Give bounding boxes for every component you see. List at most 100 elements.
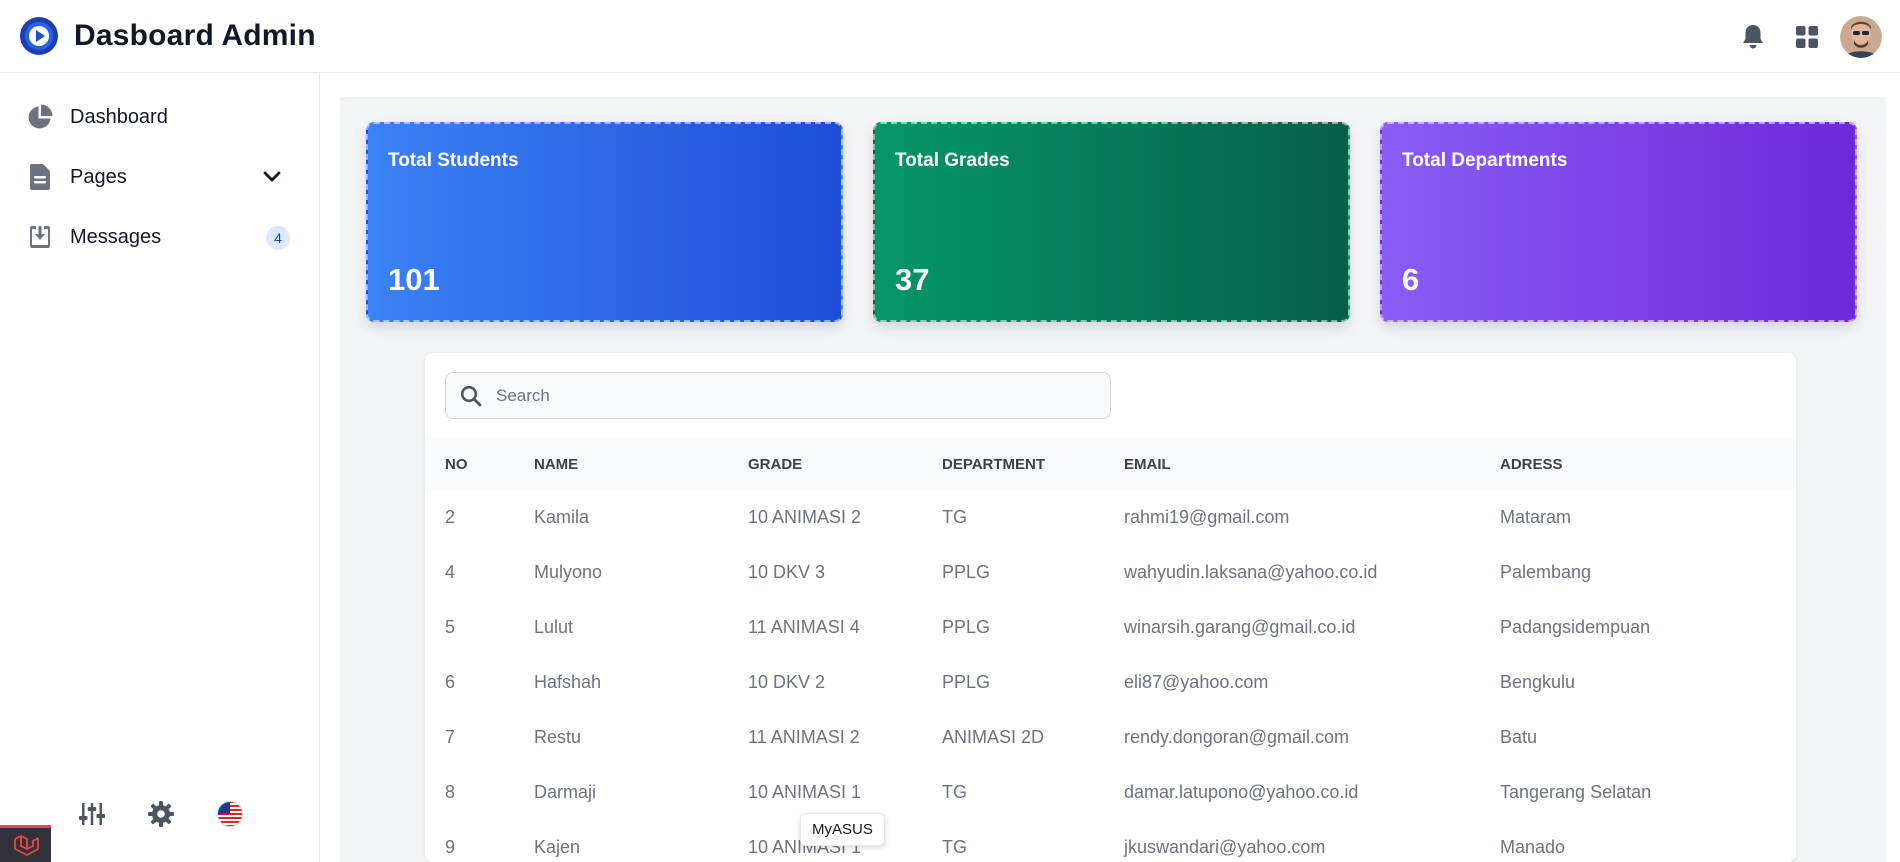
cell-email: wahyudin.laksana@yahoo.co.id xyxy=(1124,562,1378,582)
laravel-icon xyxy=(13,835,39,856)
cell-email: jkuswandari@yahoo.com xyxy=(1124,837,1326,857)
card-title: Total Students xyxy=(388,150,519,171)
cell-email: eli87@yahoo.com xyxy=(1124,672,1269,692)
search-box[interactable] xyxy=(445,372,1111,419)
column-header-email[interactable]: EMAIL xyxy=(1104,438,1480,490)
card-title: Total Departments xyxy=(1402,150,1568,171)
table-row[interactable]: 5 Lulut 11 ANIMASI 4 PPLG winarsih.garan… xyxy=(425,600,1796,655)
cell-department: PPLG xyxy=(942,617,991,637)
cell-name: Kamila xyxy=(534,507,590,527)
sidebar-item-messages[interactable]: Messages 4 xyxy=(16,213,300,261)
cell-no: 8 xyxy=(445,782,456,802)
cell-name: Lulut xyxy=(534,617,574,637)
cell-address: Bengkulu xyxy=(1500,672,1576,692)
students-table-panel: NO NAME GRADE DEPARTMENT EMAIL ADRESS 2 … xyxy=(425,353,1796,862)
cell-address: Batu xyxy=(1500,727,1538,747)
cell-email: damar.latupono@yahoo.co.id xyxy=(1124,782,1359,802)
column-header-no[interactable]: NO xyxy=(425,438,514,490)
sidebar-item-dashboard[interactable]: Dashboard xyxy=(16,93,300,141)
cell-address: Manado xyxy=(1500,837,1566,857)
document-icon xyxy=(16,164,64,190)
cell-grade: 11 ANIMASI 4 xyxy=(748,617,860,637)
table-row[interactable]: 2 Kamila 10 ANIMASI 2 TG rahmi19@gmail.c… xyxy=(425,490,1796,545)
cell-department: ANIMASI 2D xyxy=(942,727,1045,747)
cell-department: TG xyxy=(942,507,967,527)
cell-email: winarsih.garang@gmail.co.id xyxy=(1124,617,1356,637)
system-tooltip: MyASUS xyxy=(800,813,885,846)
card-value: 101 xyxy=(388,262,440,297)
sidebar-item-label: Messages xyxy=(70,225,162,248)
settings-button[interactable] xyxy=(141,794,181,834)
top-navbar: Dasboard Admin xyxy=(0,0,1900,73)
chevron-down-icon[interactable] xyxy=(262,167,282,192)
cell-email: rahmi19@gmail.com xyxy=(1124,507,1290,527)
cell-email: rendy.dongoran@gmail.com xyxy=(1124,727,1350,747)
card-value: 6 xyxy=(1402,262,1420,297)
cell-address: Palembang xyxy=(1500,562,1592,582)
total-departments-card: Total Departments 6 xyxy=(1380,122,1857,322)
cell-grade: 10 ANIMASI 2 xyxy=(748,507,862,527)
table-row[interactable]: 8 Darmaji 10 ANIMASI 1 TG damar.latupono… xyxy=(425,765,1796,820)
cell-no: 5 xyxy=(445,617,456,637)
cell-name: Hafshah xyxy=(534,672,602,692)
user-avatar[interactable] xyxy=(1840,16,1882,58)
cell-no: 2 xyxy=(445,507,456,527)
avatar-image xyxy=(1840,16,1882,58)
messages-count-badge: 4 xyxy=(266,226,290,250)
cell-grade: 11 ANIMASI 2 xyxy=(748,727,860,747)
table-header-row: NO NAME GRADE DEPARTMENT EMAIL ADRESS xyxy=(425,438,1796,490)
students-table: NO NAME GRADE DEPARTMENT EMAIL ADRESS 2 … xyxy=(425,438,1796,862)
column-header-department[interactable]: DEPARTMENT xyxy=(922,438,1104,490)
sliders-icon xyxy=(79,803,105,825)
column-header-name[interactable]: NAME xyxy=(514,438,728,490)
cell-address: Tangerang Selatan xyxy=(1500,782,1652,802)
column-header-address[interactable]: ADRESS xyxy=(1480,438,1796,490)
search-input[interactable] xyxy=(496,385,1096,406)
card-value: 37 xyxy=(895,262,930,297)
bell-icon xyxy=(1743,25,1763,49)
cell-grade: 10 DKV 3 xyxy=(748,562,826,582)
sidebar-item-label: Dashboard xyxy=(70,105,168,128)
cell-address: Mataram xyxy=(1500,507,1572,527)
cell-name: Kajen xyxy=(534,837,581,857)
play-circle-icon xyxy=(20,17,58,55)
cell-name: Darmaji xyxy=(534,782,597,802)
cell-no: 7 xyxy=(445,727,456,747)
language-selector[interactable] xyxy=(210,794,250,834)
cell-no: 6 xyxy=(445,672,456,692)
us-flag-icon xyxy=(217,801,243,827)
cell-department: TG xyxy=(942,837,967,857)
table-row[interactable]: 9 Kajen 10 ANIMASI 1 TG jkuswandari@yaho… xyxy=(425,820,1796,862)
cell-address: Padangsidempuan xyxy=(1500,617,1651,637)
settings-sliders-button[interactable] xyxy=(72,794,112,834)
apps-grid-icon xyxy=(1796,26,1818,48)
cell-name: Mulyono xyxy=(534,562,603,582)
app-title: Dasboard Admin xyxy=(74,19,316,52)
card-title: Total Grades xyxy=(895,150,1010,171)
cell-grade: 10 DKV 2 xyxy=(748,672,826,692)
debugbar-toggle[interactable] xyxy=(0,825,51,862)
table-row[interactable]: 7 Restu 11 ANIMASI 2 ANIMASI 2D rendy.do… xyxy=(425,710,1796,765)
inbox-download-icon xyxy=(16,225,64,249)
sidebar-item-label: Pages xyxy=(70,165,127,188)
apps-button[interactable] xyxy=(1784,14,1830,60)
brand[interactable]: Dasboard Admin xyxy=(19,16,316,56)
column-header-grade[interactable]: GRADE xyxy=(728,438,922,490)
cell-grade: 10 ANIMASI 1 xyxy=(748,782,862,802)
search-icon xyxy=(446,385,496,407)
notifications-button[interactable] xyxy=(1730,14,1776,60)
pie-chart-icon xyxy=(16,104,64,130)
cell-department: PPLG xyxy=(942,562,991,582)
total-grades-card: Total Grades 37 xyxy=(873,122,1350,322)
sidebar-item-pages[interactable]: Pages xyxy=(16,153,300,201)
cell-department: PPLG xyxy=(942,672,991,692)
total-students-card: Total Students 101 xyxy=(366,122,843,322)
table-row[interactable]: 6 Hafshah 10 DKV 2 PPLG eli87@yahoo.com … xyxy=(425,655,1796,710)
cell-name: Restu xyxy=(534,727,582,747)
cell-no: 9 xyxy=(445,837,456,857)
cell-department: TG xyxy=(942,782,967,802)
gear-icon xyxy=(148,801,174,827)
cell-no: 4 xyxy=(445,562,456,582)
sidebar: Dashboard Pages Messages 4 xyxy=(0,73,320,862)
table-row[interactable]: 4 Mulyono 10 DKV 3 PPLG wahyudin.laksana… xyxy=(425,545,1796,600)
